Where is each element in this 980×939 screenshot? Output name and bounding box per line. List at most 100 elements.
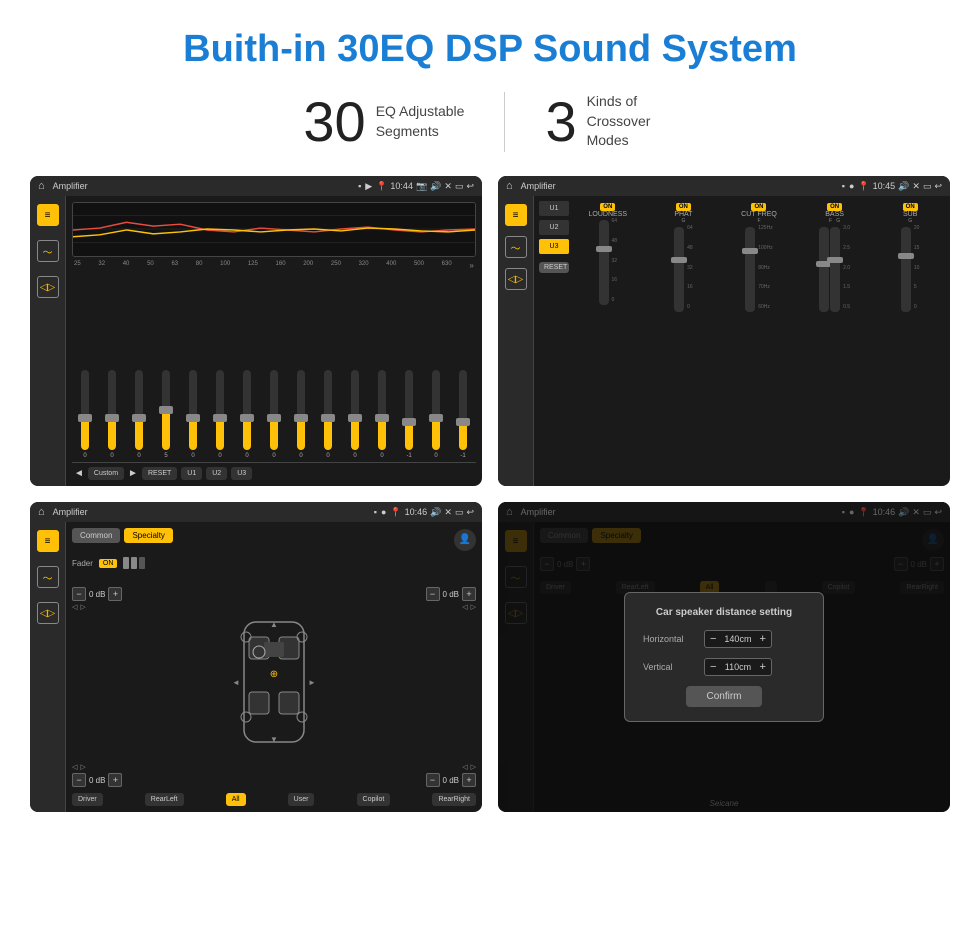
xover-u2-btn[interactable]: U2 xyxy=(539,220,569,235)
eq-curve-display xyxy=(72,202,476,257)
eq-slider-7[interactable]: 0 xyxy=(236,370,258,459)
vol-br-minus[interactable]: − xyxy=(426,773,440,787)
confirm-button[interactable]: Confirm xyxy=(686,686,761,707)
band-loudness-on[interactable]: ON xyxy=(600,203,615,211)
vol-br-plus[interactable]: + xyxy=(462,773,476,787)
eq-speaker-icon[interactable]: ◁▷ xyxy=(37,276,59,298)
crossover-number: 3 xyxy=(545,89,576,154)
band-cutfreq-on[interactable]: ON xyxy=(751,203,766,211)
vol-tr-minus[interactable]: − xyxy=(426,587,440,601)
band-bass-on[interactable]: ON xyxy=(827,203,842,211)
xover-content: ≡ 〜 ◁▷ U1 U2 U3 RESET ON LOUDNESS xyxy=(498,196,950,486)
band-bass-slider-f[interactable] xyxy=(819,227,829,312)
screen-eq: ⌂ Amplifier ▪ ▶ 📍 10:44 📷 🔊 ✕ ▭ ↩ ≡ 〜 ◁▷ xyxy=(30,176,482,486)
eq-slider-14[interactable]: 0 xyxy=(425,370,447,459)
vertical-plus[interactable]: + xyxy=(759,661,765,673)
eq-slider-15[interactable]: -1 xyxy=(452,370,474,459)
xover-u3-btn[interactable]: U3 xyxy=(539,239,569,254)
volume-icon-spec: 🔊 xyxy=(430,507,441,518)
xover-sidebar: ≡ 〜 ◁▷ xyxy=(498,196,534,486)
eq-slider-9[interactable]: 0 xyxy=(290,370,312,459)
band-sub-slider[interactable] xyxy=(901,227,911,312)
band-sub-on[interactable]: ON xyxy=(903,203,918,211)
band-loudness-slider[interactable] xyxy=(599,220,609,305)
horizontal-plus[interactable]: + xyxy=(759,633,765,645)
home-icon[interactable]: ⌂ xyxy=(38,180,45,192)
vol-bottom-right: ◁▷ − 0 dB + xyxy=(426,763,476,787)
volume-icon: 🔊 xyxy=(430,181,441,192)
eq-u2-btn[interactable]: U2 xyxy=(206,467,227,480)
spec-specialty-btn[interactable]: Specialty xyxy=(124,528,172,543)
vol-tl-minus[interactable]: − xyxy=(72,587,86,601)
status-bar-spec: ⌂ Amplifier ▪ ● 📍 10:46 🔊 ✕ ▭ ↩ xyxy=(30,502,482,522)
eq-wave-icon[interactable]: 〜 xyxy=(37,240,59,262)
spec-filter-icon[interactable]: ≡ xyxy=(37,530,59,552)
band-bass-slider-g[interactable] xyxy=(830,227,840,312)
eq-slider-2[interactable]: 0 xyxy=(101,370,123,459)
eq-reset-btn[interactable]: RESET xyxy=(142,467,177,480)
band-sub-name: SUB xyxy=(903,211,917,218)
record-icon: ▪ xyxy=(358,181,361,191)
horizontal-minus[interactable]: − xyxy=(710,633,716,645)
spec-all-btn[interactable]: All xyxy=(226,793,246,806)
eq-slider-3[interactable]: 0 xyxy=(128,370,150,459)
spec-wave-icon[interactable]: 〜 xyxy=(37,566,59,588)
eq-screen-title: Amplifier xyxy=(53,181,354,191)
back-icon-spec[interactable]: ↩ xyxy=(466,507,474,518)
eq-number: 30 xyxy=(303,89,365,154)
eq-slider-5[interactable]: 0 xyxy=(182,370,204,459)
vertical-minus[interactable]: − xyxy=(710,661,716,673)
eq-next-btn[interactable]: ► xyxy=(128,468,138,479)
screen-crossover: ⌂ Amplifier ▪ ● 📍 10:45 🔊 ✕ ▭ ↩ ≡ 〜 ◁▷ U… xyxy=(498,176,950,486)
eq-slider-10[interactable]: 0 xyxy=(317,370,339,459)
distance-dialog: Car speaker distance setting Horizontal … xyxy=(624,592,824,722)
back-icon-xover[interactable]: ↩ xyxy=(934,181,942,192)
screen-icon-spec: ▭ xyxy=(455,507,464,518)
spec-rear-left-btn[interactable]: RearLeft xyxy=(145,793,184,806)
eq-prev-btn[interactable]: ◄ xyxy=(74,468,84,479)
spec-common-btn[interactable]: Common xyxy=(72,528,120,543)
screens-grid: ⌂ Amplifier ▪ ▶ 📍 10:44 📷 🔊 ✕ ▭ ↩ ≡ 〜 ◁▷ xyxy=(0,176,980,832)
eq-main-area: 253240506380100125160200250320400500630 … xyxy=(66,196,482,486)
eq-slider-13[interactable]: -1 xyxy=(398,370,420,459)
spec-speaker-icon[interactable]: ◁▷ xyxy=(37,602,59,624)
xover-reset-btn[interactable]: RESET xyxy=(539,262,569,273)
spec-user-btn[interactable]: User xyxy=(288,793,315,806)
spec-rear-right-btn[interactable]: RearRight xyxy=(432,793,476,806)
eq-slider-12[interactable]: 0 xyxy=(371,370,393,459)
vertical-label: Vertical xyxy=(643,662,698,672)
band-cutfreq-slider[interactable] xyxy=(745,227,755,312)
band-phat-on[interactable]: ON xyxy=(676,203,691,211)
home-icon-xover[interactable]: ⌂ xyxy=(506,180,513,192)
xover-filter-icon[interactable]: ≡ xyxy=(505,204,527,226)
xover-speaker-icon[interactable]: ◁▷ xyxy=(505,268,527,290)
eq-slider-6[interactable]: 0 xyxy=(209,370,231,459)
eq-slider-1[interactable]: 0 xyxy=(74,370,96,459)
xover-wave-icon[interactable]: 〜 xyxy=(505,236,527,258)
vol-tr-plus[interactable]: + xyxy=(462,587,476,601)
eq-u1-btn[interactable]: U1 xyxy=(181,467,202,480)
spec-copilot-btn[interactable]: Copilot xyxy=(357,793,391,806)
status-icons-eq: 📍 10:44 📷 🔊 ✕ ▭ ↩ xyxy=(376,181,474,192)
eq-slider-8[interactable]: 0 xyxy=(263,370,285,459)
xover-u1-btn[interactable]: U1 xyxy=(539,201,569,216)
vol-tl-plus[interactable]: + xyxy=(108,587,122,601)
location-icon-spec: 📍 xyxy=(390,507,401,518)
eq-u3-btn[interactable]: U3 xyxy=(231,467,252,480)
home-icon-spec[interactable]: ⌂ xyxy=(38,506,45,518)
eq-filter-icon[interactable]: ≡ xyxy=(37,204,59,226)
spec-driver-btn[interactable]: Driver xyxy=(72,793,103,806)
spec-content: ≡ 〜 ◁▷ Common Specialty 👤 Fader ON xyxy=(30,522,482,812)
stat-crossover: 3 Kinds ofCrossover Modes xyxy=(505,89,716,154)
fader-on-badge[interactable]: ON xyxy=(99,559,118,568)
back-icon[interactable]: ↩ xyxy=(466,181,474,192)
svg-text:⊕: ⊕ xyxy=(270,669,278,680)
close-icon-spec: ✕ xyxy=(444,507,452,518)
eq-slider-11[interactable]: 0 xyxy=(344,370,366,459)
vol-bl-plus[interactable]: + xyxy=(108,773,122,787)
eq-label: EQ AdjustableSegments xyxy=(376,102,465,141)
eq-slider-4[interactable]: 5 xyxy=(155,370,177,459)
vol-bl-minus[interactable]: − xyxy=(72,773,86,787)
band-phat-slider[interactable] xyxy=(674,227,684,312)
status-icons-xover: 📍 10:45 🔊 ✕ ▭ ↩ xyxy=(858,181,942,192)
